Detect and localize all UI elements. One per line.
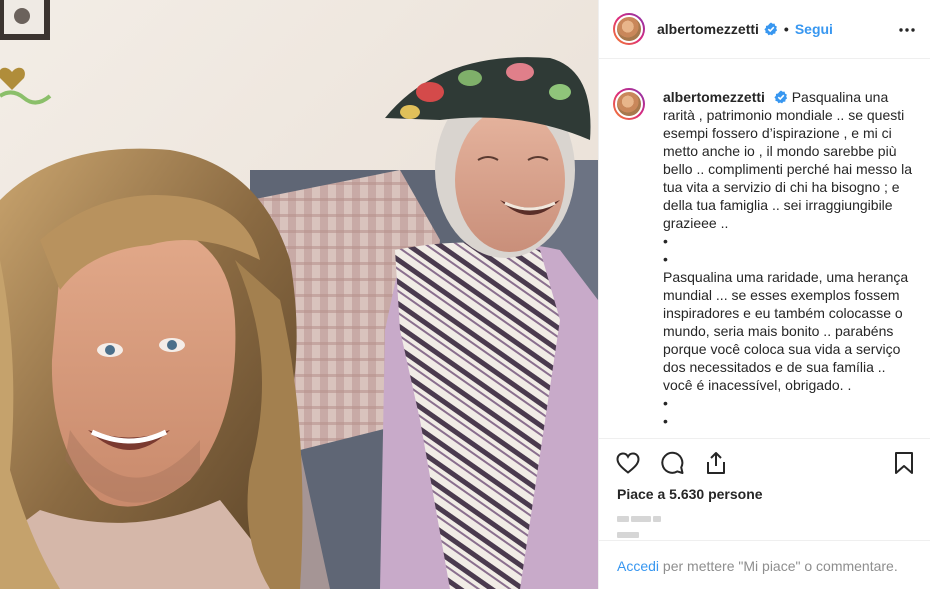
post-photo[interactable] [0,0,598,589]
verified-badge-icon [774,90,787,104]
verified-badge-icon [764,22,778,36]
caption-row: albertomezzetti Pasqualina una rarità , … [613,88,915,430]
post-header: albertomezzetti • Segui [599,0,930,59]
heart-icon[interactable] [615,450,641,476]
photo-illustration [0,0,598,589]
caption-username[interactable]: albertomezzetti [663,89,765,105]
caption-bullet: • [663,395,668,411]
share-icon[interactable] [703,450,729,476]
header-separator: • [783,21,789,37]
header-username[interactable]: albertomezzetti [657,21,759,37]
header-avatar[interactable] [613,13,645,45]
bookmark-icon[interactable] [891,450,917,476]
follow-button[interactable]: Segui [795,21,833,37]
caption-portuguese-text: Pasqualina uma raridade, uma herança mun… [663,269,909,393]
instagram-post: albertomezzetti • Segui albertomezzetti [0,0,930,589]
post-side-panel: albertomezzetti • Segui albertomezzetti [598,0,930,589]
post-timestamp [617,510,685,539]
caption-text: albertomezzetti Pasqualina una rarità , … [663,88,915,430]
caption-bullet: • [663,251,668,267]
divider [599,540,930,541]
comments-area[interactable]: albertomezzetti Pasqualina una rarità , … [599,60,930,438]
login-prompt-text: per mettere "Mi piace" o commentare. [659,558,898,574]
login-link[interactable]: Accedi [617,558,659,574]
divider [599,438,930,439]
caption-bullet: • [663,233,668,249]
login-prompt: Accedi per mettere "Mi piace" o commenta… [617,558,898,574]
caption-italian-text: Pasqualina una rarità , patrimonio mondi… [663,89,913,231]
action-bar [599,448,930,480]
caption-avatar[interactable] [613,88,645,120]
likes-count[interactable]: Piace a 5.630 persone [617,486,763,502]
comment-bubble-icon[interactable] [659,450,685,476]
caption-bullet: • [663,413,668,429]
more-options-icon[interactable] [897,20,917,40]
